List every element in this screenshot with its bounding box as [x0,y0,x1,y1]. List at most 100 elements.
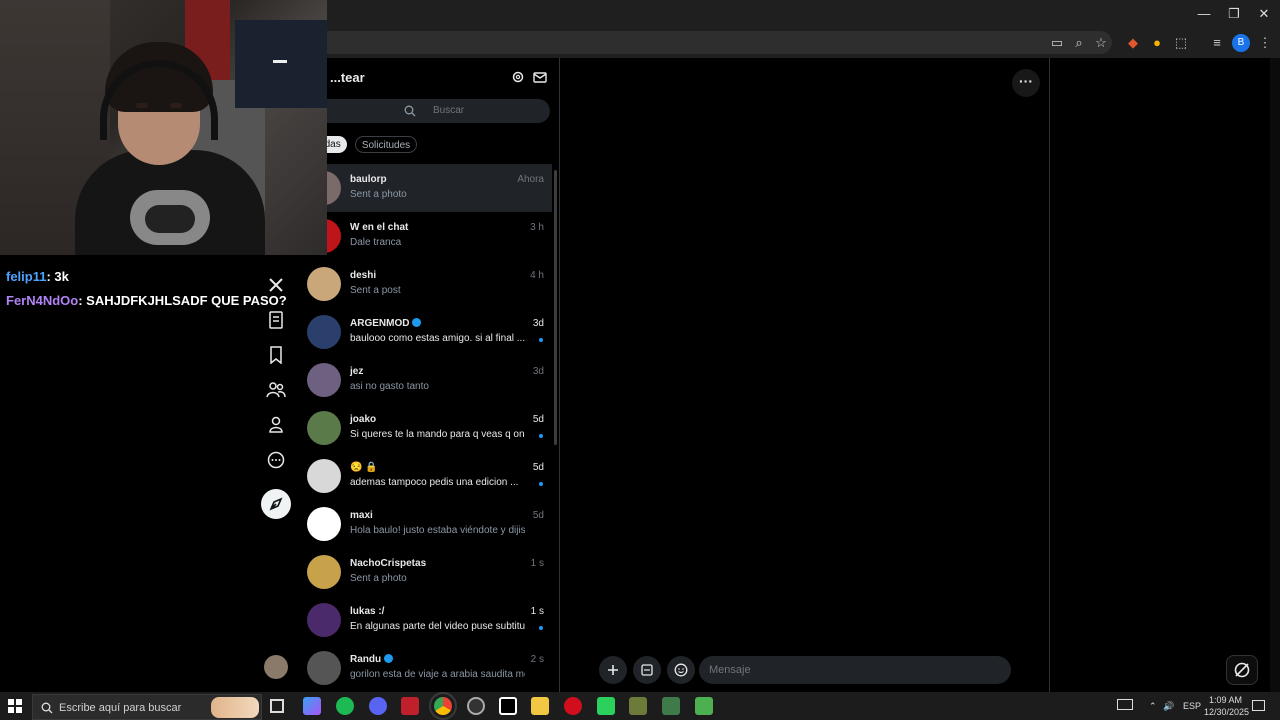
taskbar-search-placeholder: Escribe aquí para buscar [59,702,182,714]
bookmark-icon[interactable] [264,343,288,367]
language-indicator[interactable]: ESP [1183,701,1201,711]
more-icon[interactable] [264,448,288,472]
bookmark-star-icon[interactable]: ☆ [1092,34,1110,52]
page-title: ...tear [330,70,365,85]
address-bar[interactable] [300,31,1112,54]
opera-app-icon[interactable] [564,697,582,715]
conversation-row[interactable]: lukas :/ En algunas parte del video puse … [306,596,552,644]
conversation-preview: Dale tranca [350,237,402,248]
gif-icon [641,664,653,676]
capcut-app-icon[interactable] [499,697,517,715]
volume-icon[interactable]: 🔊 [1163,701,1174,712]
compose-button[interactable] [261,489,291,519]
minecraft-launcher-app-icon[interactable] [695,697,713,715]
profile-icon[interactable] [264,413,288,437]
search-placeholder: Buscar [433,105,465,116]
conversation-row[interactable]: maxi Hola baulo! justo estaba viéndote y … [306,500,552,548]
conversation-more-button[interactable]: ··· [1012,69,1040,97]
notifications-icon[interactable] [1252,700,1265,711]
conversation-avatar [307,315,341,349]
chat-message: felip11: 3k [6,269,69,284]
emoji-button[interactable] [667,656,695,684]
communities-icon[interactable] [264,378,288,402]
media-control-icon[interactable]: ≡ [1208,34,1226,52]
message-input[interactable]: Mensaje [699,656,1011,684]
conversation-name: NachoCrispetas [350,558,427,569]
obs-app-icon[interactable] [467,697,485,715]
add-button[interactable] [599,656,627,684]
verified-badge-icon [412,318,422,327]
kick-app-icon[interactable] [597,697,615,715]
conversation-preview: Hola baulo! justo estaba viéndote y diji… [350,525,525,536]
profile-avatar-icon[interactable]: B [1232,34,1250,52]
conversation-time: 4 h [530,270,544,281]
clock-time[interactable]: 1:09 AM [1209,695,1242,705]
page-scrollbar[interactable] [1270,58,1280,692]
conversation-preview: Sent a photo [350,189,407,200]
search-input[interactable]: Buscar [316,99,550,123]
emoji-icon [674,663,688,677]
conversation-time: 5d [532,414,544,425]
grok-icon [1234,662,1250,678]
conversation-name: Randu [350,654,394,665]
windows-start-icon[interactable] [8,699,22,718]
conversation-time: 2 s [530,654,544,665]
conversation-name: ARGENMOD [350,318,422,329]
close-window-button[interactable]: ✕ [1249,4,1279,24]
unread-dot-icon [539,338,543,342]
gif-button[interactable] [633,656,661,684]
restore-button[interactable]: ❐ [1219,4,1249,24]
minimize-button[interactable]: — [1189,4,1219,24]
conversation-row[interactable]: ARGENMOD baulooo como estas amigo. si al … [306,308,552,356]
search-icon [404,104,416,122]
zoom-icon[interactable]: ⌕ [1070,34,1088,52]
minecraft-app-icon[interactable] [629,697,647,715]
conversation-time: 1 s [530,558,544,569]
clock-date[interactable]: 12/30/2025 [1204,707,1249,717]
chat-username: FerN4NdOo [6,293,79,308]
conversation-row[interactable]: deshi Sent a post 4 h [306,260,552,308]
tray-chevron-icon[interactable]: ⌃ [1149,701,1157,712]
discord-app-icon[interactable] [369,697,387,715]
conversation-row[interactable]: NachoCrispetas Sent a photo 1 s [306,548,552,596]
install-app-icon[interactable]: ▭ [1048,34,1066,52]
conversation-avatar [307,267,341,301]
conversation-row[interactable]: 😒 🔒 ademas tampoco pedis una edicion ... 5… [306,452,552,500]
conversation-row[interactable]: jez asi no gasto tanto 3d [306,356,552,404]
list-scrollbar[interactable] [554,170,557,445]
chat-message: FerN4NdOo: SAHJDFKJHLSADF QUE PASO? [6,293,287,308]
extension-color-icon[interactable]: ● [1148,34,1166,52]
conversation-row[interactable]: joako Si queres te la mando para q veas q… [306,404,552,452]
settings-gear-icon[interactable] [511,70,525,84]
copilot-app-icon[interactable] [303,697,321,715]
browser-menu-icon[interactable]: ⋮ [1256,34,1274,52]
voicemod-app-icon[interactable] [401,697,419,715]
webcam-overlay [0,0,327,255]
conversation-preview: Si queres te la mando para q veas q onda… [350,429,525,440]
conversation-avatar [307,651,341,685]
conversation-row[interactable]: Randu gorilon esta de viaje a arabia saud… [306,644,552,692]
conversation-preview: ademas tampoco pedis una edicion ... [350,477,519,488]
chat-username: felip11 [6,269,47,284]
game-launcher-app-icon[interactable] [662,697,680,715]
lists-icon[interactable] [264,308,288,332]
account-avatar[interactable] [264,655,288,679]
conversation-name: maxi [350,510,373,521]
extension-fox-icon[interactable]: ◆ [1124,34,1142,52]
conversation-name: 😒 🔒 [350,462,378,473]
conversation-preview: baulooo como estas amigo. si al final ..… [350,333,525,344]
extensions-puzzle-icon[interactable]: ⬚ [1172,34,1190,52]
conversation-row[interactable]: baulorp Sent a photo Ahora [306,164,552,212]
compose-icon [269,497,283,511]
conversation-pane [561,58,1050,692]
task-view-icon[interactable] [270,699,284,713]
taskbar-search-input[interactable]: Escribe aquí para buscar [32,694,262,720]
file-explorer-app-icon[interactable] [531,697,549,715]
grok-button[interactable] [1226,655,1258,685]
keyboard-icon[interactable] [1117,699,1133,710]
new-message-icon[interactable] [533,70,547,84]
spotify-app-icon[interactable] [336,697,354,715]
chrome-app-icon[interactable] [429,692,457,720]
conversation-row[interactable]: W en el chat Dale tranca 3 h [306,212,552,260]
tab-requests[interactable]: Solicitudes [355,136,417,153]
